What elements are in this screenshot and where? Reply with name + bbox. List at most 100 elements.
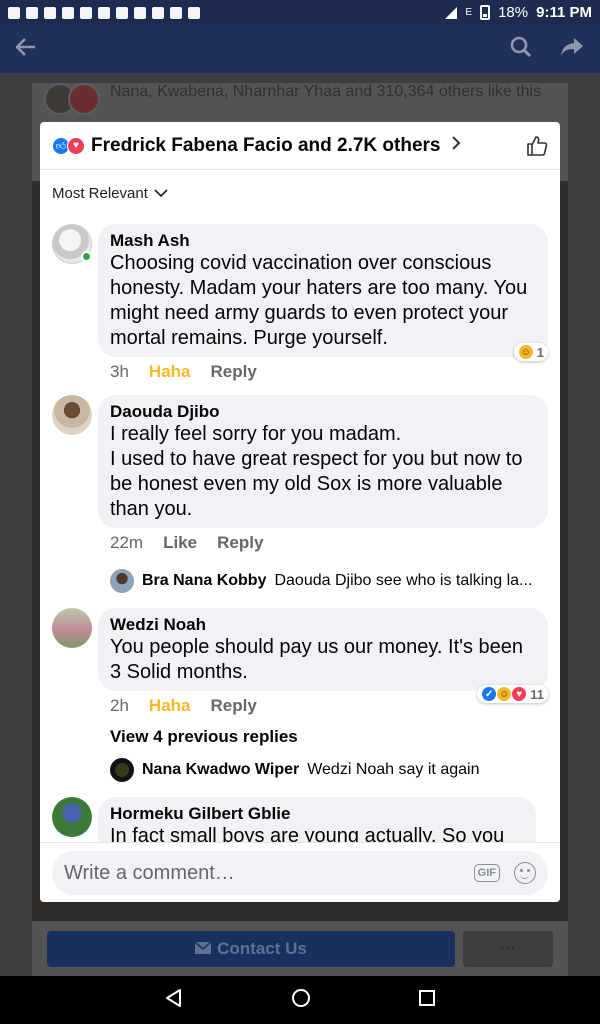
haha-reaction-icon: ☺	[496, 686, 513, 702]
comment-bubble[interactable]: Mash Ash Choosing covid vaccination over…	[98, 224, 548, 357]
comments-list: Mash Ash Choosing covid vaccination over…	[40, 216, 560, 842]
avatar	[110, 758, 134, 782]
contact-us-label: Contact Us	[217, 939, 307, 958]
reply-button[interactable]: Reply	[211, 362, 257, 382]
reaction-count-pill[interactable]: ✓ ☺ ♥ 11	[477, 685, 548, 703]
reply-preview[interactable]: Bra Nana Kobby Daouda Djibo see who is t…	[40, 564, 560, 598]
system-nav-bar	[0, 976, 600, 1024]
comment-input[interactable]	[64, 861, 474, 885]
notification-icon	[80, 6, 92, 19]
comment-time: 22m	[110, 533, 144, 552]
back-arrow-icon[interactable]	[15, 37, 36, 61]
comment: Daouda Djibo I really feel sorry for you…	[40, 387, 560, 558]
view-previous-replies-link[interactable]: View 4 previous replies	[40, 721, 560, 753]
avatar	[110, 569, 134, 593]
comment-time: 3h	[110, 362, 129, 381]
avatar[interactable]	[52, 608, 92, 648]
status-bar: E 18% 9:11 PM	[0, 0, 600, 25]
reply-text: Wedzi Noah say it again	[307, 761, 480, 778]
comment: Mash Ash Choosing covid vaccination over…	[40, 216, 560, 387]
chevron-right-icon[interactable]	[451, 134, 461, 157]
background-likes: Nana, Kwabena, Nharnhar Yhaa and 310,364…	[44, 83, 564, 115]
recents-square-icon[interactable]	[418, 989, 436, 1012]
comment-field[interactable]: GIF	[52, 851, 548, 895]
liker-avatars	[44, 83, 100, 115]
app-header	[0, 25, 600, 73]
notification-icon	[188, 6, 200, 19]
share-icon[interactable]	[560, 37, 584, 62]
comment-composer: GIF	[40, 842, 560, 902]
love-reaction-icon: ♥	[511, 686, 528, 702]
contact-us-button[interactable]: Contact Us	[47, 931, 455, 967]
emoji-icon[interactable]	[514, 862, 536, 884]
reactions-title[interactable]: Fredrick Fabena Facio and 2.7K others	[91, 135, 441, 157]
modal-header[interactable]: 👍︎ ♥ Fredrick Fabena Facio and 2.7K othe…	[40, 122, 560, 170]
gif-button[interactable]: GIF	[473, 864, 500, 882]
comment: Hormeku Gilbert Gblie In fact small boys…	[40, 787, 560, 842]
comment-time: 2h	[110, 696, 129, 715]
notification-icons	[8, 6, 200, 19]
avatar[interactable]	[52, 224, 92, 264]
comment-bubble[interactable]: Daouda Djibo I really feel sorry for you…	[98, 395, 548, 528]
comment-text: Choosing covid vaccination over consciou…	[110, 252, 528, 349]
back-triangle-icon[interactable]	[164, 988, 184, 1013]
notification-icon	[134, 6, 146, 19]
search-icon[interactable]	[510, 36, 532, 63]
reaction-count-pill[interactable]: ☺ 1	[513, 343, 548, 361]
comment-text: I really feel sorry for you madam. I use…	[110, 423, 523, 520]
reactions-modal: 👍︎ ♥ Fredrick Fabena Facio and 2.7K othe…	[40, 122, 560, 902]
reply-button[interactable]: Reply	[217, 533, 263, 553]
love-reaction-icon: ♥	[67, 136, 85, 155]
reaction-count: 11	[530, 686, 544, 702]
comment-actions: 2h Haha Reply ✓ ☺ ♥ 11	[98, 685, 548, 721]
notification-icon	[26, 6, 38, 19]
home-circle-icon[interactable]	[291, 988, 311, 1013]
notification-icon	[62, 6, 74, 19]
online-status-icon	[81, 251, 92, 262]
network-type: E	[465, 7, 473, 18]
avatar	[68, 83, 100, 115]
reply-button[interactable]: Reply	[211, 696, 257, 716]
battery-percent: 18%	[498, 4, 529, 21]
reaction-count: 1	[536, 344, 544, 360]
reply-text: Daouda Djibo see who is talking la...	[274, 572, 533, 589]
notification-icon	[8, 6, 20, 19]
reply-author: Bra Nana Kobby	[142, 572, 267, 589]
haha-reaction-icon: ☺	[517, 344, 534, 360]
notification-icon	[152, 6, 164, 19]
comment: Wedzi Noah You people should pay us our …	[40, 598, 560, 721]
like-reaction-icon: ✓	[481, 686, 498, 702]
avatar[interactable]	[52, 395, 92, 435]
comment-author[interactable]: Mash Ash	[110, 230, 536, 251]
comment-bubble[interactable]: Hormeku Gilbert Gblie In fact small boys…	[98, 797, 536, 842]
notification-icon	[44, 6, 56, 19]
envelope-icon	[194, 939, 212, 959]
comment-bubble[interactable]: Wedzi Noah You people should pay us our …	[98, 608, 548, 691]
comment-author[interactable]: Hormeku Gilbert Gblie	[110, 803, 524, 824]
reaction-button[interactable]: Haha	[149, 362, 191, 382]
comment-text: In fact small boys are young actually. S…	[110, 825, 505, 842]
reply-preview[interactable]: Nana Kwadwo Wiper Wedzi Noah say it agai…	[40, 753, 560, 787]
likes-summary: Nana, Kwabena, Nharnhar Yhaa and 310,364…	[110, 83, 542, 100]
sort-dropdown[interactable]: Most Relevant	[40, 170, 560, 216]
comment-actions: 3h Haha Reply ☺ 1	[98, 343, 548, 387]
reply-author: Nana Kwadwo Wiper	[142, 761, 300, 778]
notification-icon	[98, 6, 110, 19]
comment-text: You people should pay us our money. It's…	[110, 636, 523, 683]
chevron-down-icon	[154, 185, 168, 202]
more-button[interactable]: ···	[463, 931, 553, 967]
thumbs-up-icon[interactable]	[526, 135, 548, 157]
notification-icon	[170, 6, 182, 19]
comment-author[interactable]: Wedzi Noah	[110, 614, 536, 635]
clock: 9:11 PM	[536, 4, 592, 21]
sort-label: Most Relevant	[52, 184, 148, 202]
avatar[interactable]	[52, 797, 92, 837]
signal-icon	[445, 6, 458, 19]
comment-actions: 22m Like Reply	[98, 528, 548, 558]
comment-author[interactable]: Daouda Djibo	[110, 401, 536, 422]
battery-icon	[480, 5, 491, 20]
reaction-icons: 👍︎ ♥	[52, 136, 85, 155]
notification-icon	[116, 6, 128, 19]
reaction-button[interactable]: Haha	[149, 696, 191, 716]
like-button[interactable]: Like	[163, 533, 197, 553]
